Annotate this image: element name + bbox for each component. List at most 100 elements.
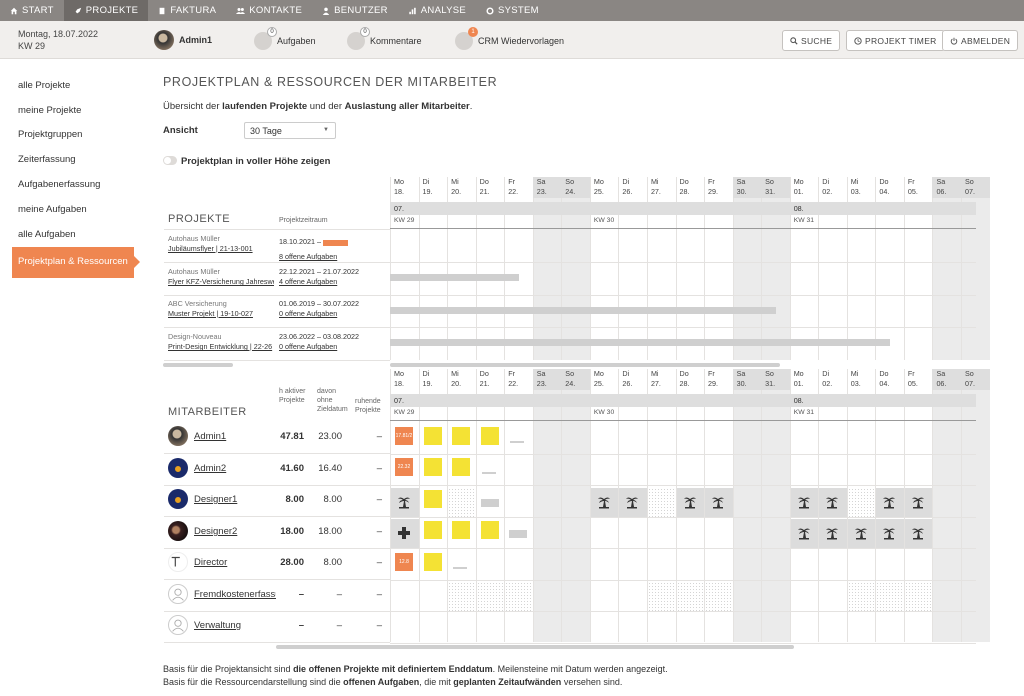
workload-over[interactable]: 17.81/2 bbox=[395, 427, 413, 445]
nav-system[interactable]: SYSTEM bbox=[476, 0, 549, 21]
date-label: 07. bbox=[965, 379, 975, 388]
project-tasks-link[interactable]: 4 offene Aufgaben bbox=[279, 277, 381, 287]
nav-analyse[interactable]: ANALYSE bbox=[398, 0, 476, 21]
project-row[interactable]: Autohaus Müller Flyer KFZ-Versicherung Ja… bbox=[168, 267, 383, 291]
sidebar-item-projektplan[interactable]: Projektplan & Ressourcen bbox=[12, 246, 140, 278]
date-label: 24. bbox=[565, 187, 576, 196]
sidebar-item-alle-aufgaben[interactable]: alle Aufgaben bbox=[12, 222, 140, 247]
project-tasks-link[interactable]: 8 offene Aufgaben bbox=[279, 252, 381, 262]
weekday-label: Di bbox=[622, 369, 630, 378]
crm-link[interactable]: 1 CRM Wiedervorlagen bbox=[455, 27, 564, 50]
comments-badge: 0 bbox=[360, 27, 370, 37]
nav-start[interactable]: START bbox=[0, 0, 64, 21]
weekday-label: Fr bbox=[907, 369, 915, 378]
search-icon bbox=[790, 36, 798, 45]
project-name-link[interactable]: Muster Projekt | 19-10-027 bbox=[168, 309, 274, 319]
workload-low[interactable] bbox=[480, 499, 499, 507]
non-working-day bbox=[847, 582, 876, 611]
sidebar-item-meine-aufgaben[interactable]: meine Aufgaben bbox=[12, 197, 140, 222]
nav-kontakte[interactable]: KONTAKTE bbox=[226, 0, 312, 21]
project-bar[interactable] bbox=[390, 307, 776, 314]
timeline-divider bbox=[390, 420, 976, 421]
logout-button[interactable]: ABMELDEN bbox=[942, 30, 1019, 51]
sub-header: Montag, 18.07.2022 KW 29 Admin1 0 Aufgabe… bbox=[0, 21, 1024, 59]
footer-text: Basis für die Ressourcendarstellung sind… bbox=[163, 677, 344, 687]
day-header: So 31. bbox=[761, 369, 790, 390]
staff-active-hours: 41.60 bbox=[280, 463, 304, 474]
project-name-link[interactable]: Jubiläumsflyer | 21-13-001 bbox=[168, 244, 274, 254]
sidebar-item-aufgabenerfassung[interactable]: Aufgabenerfassung bbox=[12, 172, 140, 197]
weekday-label: Do bbox=[679, 177, 689, 186]
workload-cell[interactable] bbox=[423, 553, 442, 571]
weekday-label: So bbox=[565, 369, 575, 378]
user-icon bbox=[322, 7, 330, 15]
non-working-day bbox=[847, 488, 876, 517]
vacation-icon bbox=[882, 526, 896, 540]
weekday-label: Mi bbox=[650, 177, 659, 186]
project-timer-button[interactable]: PROJEKT TIMER bbox=[846, 30, 945, 51]
search-button[interactable]: SUCHE bbox=[782, 30, 841, 51]
sidebar-item-alle-projekte[interactable]: alle Projekte bbox=[12, 73, 140, 98]
nav-projekte[interactable]: PROJEKTE bbox=[63, 0, 149, 21]
row-divider bbox=[390, 643, 976, 644]
day-header: Sa 23. bbox=[532, 369, 562, 390]
month-bar bbox=[390, 202, 976, 215]
project-row[interactable]: ABC Versicherung Muster Projekt | 19-10-0… bbox=[168, 299, 383, 323]
day-header: Di 19. bbox=[419, 177, 448, 198]
workload-over[interactable]: 22.32 bbox=[395, 458, 413, 476]
comments-link[interactable]: 0 Kommentare bbox=[347, 27, 422, 50]
divider bbox=[164, 548, 390, 549]
vacation-icon bbox=[825, 526, 839, 540]
project-bar[interactable] bbox=[390, 274, 519, 281]
sidebar-item-projektgruppen[interactable]: Projektgruppen bbox=[12, 123, 140, 148]
project-tasks-link[interactable]: 0 offene Aufgaben bbox=[279, 342, 381, 352]
sidebar-item-meine-projekte[interactable]: meine Projekte bbox=[12, 98, 140, 123]
projects-left-scrollbar[interactable] bbox=[163, 363, 233, 367]
project-period-from: 22.12.2021 – bbox=[279, 267, 323, 276]
avatar bbox=[168, 458, 188, 478]
current-user[interactable]: Admin1 bbox=[154, 30, 212, 50]
projects-timeline-scrollbar[interactable] bbox=[390, 363, 780, 367]
project-name-link[interactable]: Print-Design Entwicklung | 22-26 bbox=[168, 342, 274, 352]
project-bar[interactable] bbox=[390, 339, 890, 346]
weekday-label: Di bbox=[822, 177, 830, 186]
view-select[interactable]: 30 Tage ▼ bbox=[244, 122, 336, 139]
workload-cell[interactable] bbox=[480, 521, 499, 539]
project-tasks-link[interactable]: 0 offene Aufgaben bbox=[279, 309, 381, 319]
project-period-to: 17.11.2021 bbox=[322, 240, 348, 246]
workload-cell[interactable] bbox=[423, 427, 442, 445]
rocket-icon bbox=[75, 7, 81, 13]
project-row[interactable]: Design-Nouveau Print-Design Entwicklung |… bbox=[168, 332, 383, 356]
date-label: 22. bbox=[508, 379, 519, 388]
tasks-link[interactable]: 0 Aufgaben bbox=[254, 27, 316, 50]
workload-cell[interactable] bbox=[423, 458, 442, 476]
full-height-toggle[interactable] bbox=[163, 156, 177, 165]
vacation-icon bbox=[882, 495, 896, 509]
nav-faktura[interactable]: FAKTURA bbox=[148, 0, 226, 21]
nav-start-label: START bbox=[22, 5, 54, 16]
workload-cell[interactable] bbox=[452, 427, 471, 445]
staff-scrollbar[interactable] bbox=[276, 645, 794, 649]
date-label: 25. bbox=[593, 187, 604, 196]
day-header: Mo 25. bbox=[590, 369, 619, 390]
project-period-from: 18.10.2021 – bbox=[279, 237, 323, 246]
vacation-icon bbox=[797, 526, 811, 540]
workload-cell[interactable] bbox=[480, 427, 499, 445]
day-header: Do 04. bbox=[875, 369, 904, 390]
workload-low[interactable] bbox=[509, 530, 528, 538]
view-select-value: 30 Tage bbox=[250, 126, 282, 136]
workload-over[interactable]: 12.8 bbox=[395, 553, 413, 571]
workload-cell[interactable] bbox=[452, 458, 471, 476]
workload-cell[interactable] bbox=[452, 521, 471, 539]
workload-cell[interactable] bbox=[423, 521, 442, 539]
nav-benutzer[interactable]: BENUTZER bbox=[312, 0, 398, 21]
non-working-day bbox=[647, 582, 676, 611]
workload-cell[interactable] bbox=[423, 490, 442, 508]
day-header: Mo 18. bbox=[390, 369, 419, 390]
weekday-label: Fr bbox=[708, 177, 715, 186]
clock-icon bbox=[854, 36, 862, 45]
sidebar-item-zeiterfassung[interactable]: Zeiterfassung bbox=[12, 147, 140, 172]
project-row[interactable]: Autohaus Müller Jubiläumsflyer | 21-13-00… bbox=[168, 234, 383, 261]
non-working-day bbox=[448, 488, 476, 517]
project-name-link[interactable]: Flyer KFZ-Versicherung Jahreswe bbox=[168, 277, 274, 287]
